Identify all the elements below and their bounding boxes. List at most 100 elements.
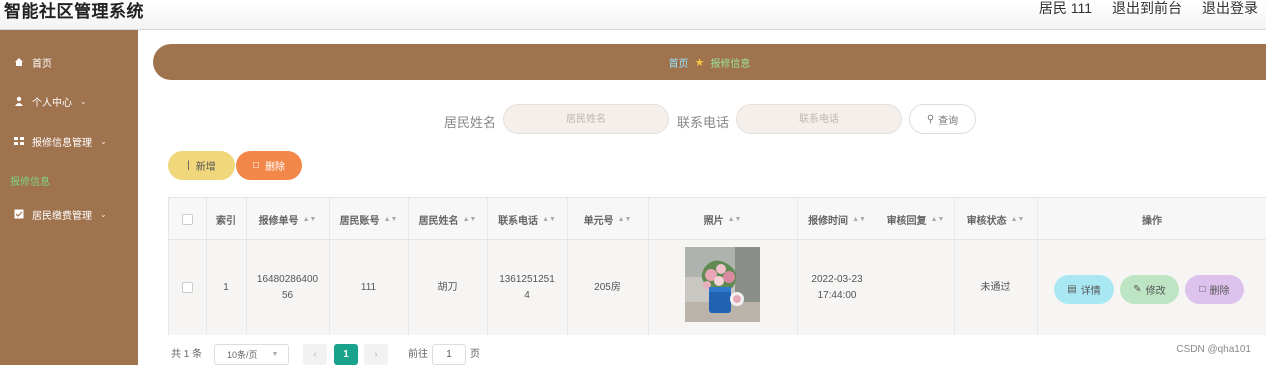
column-header-label: 报修时间 (808, 215, 849, 227)
sort-icon: ▲▼ (542, 215, 556, 223)
sidebar-subitem-repair-info[interactable]: 报修信息 (10, 173, 50, 188)
add-button[interactable]: | 新增 (168, 151, 235, 180)
column-header-photo[interactable]: 照片 ▲▼ (648, 198, 797, 240)
page-size-select[interactable]: 10条/页 ▼ (214, 344, 289, 365)
column-header-label: 居民账号 (339, 215, 380, 227)
sort-icon: ▲▼ (383, 215, 398, 223)
phone-line-1: 1361251251 (499, 273, 555, 285)
column-header-label: 审核状态 (966, 215, 1007, 227)
search-button[interactable]: ⚲ 查询 (909, 104, 976, 134)
trash-icon: □ (1199, 284, 1206, 295)
delete-button-label: 删除 (265, 162, 286, 173)
next-page-button[interactable]: › (364, 344, 388, 365)
name-search-input[interactable] (503, 104, 669, 134)
chevron-down-icon: ⌄ (100, 209, 107, 219)
column-header-unit[interactable]: 单元号 ▲▼ (567, 198, 648, 240)
cell-index: 1 (223, 281, 229, 293)
repair-no-line-2: 56 (281, 289, 294, 301)
column-header-label: 居民姓名 (418, 215, 459, 227)
header-links: 居民 111 退出到前台 退出登录 (1039, 0, 1258, 18)
detail-button-label: 详情 (1080, 286, 1101, 297)
column-header-label: 照片 (703, 215, 724, 227)
prev-page-button[interactable]: ‹ (303, 344, 327, 365)
cell-phone: 1361251251 4 (487, 240, 567, 335)
sidebar: 首页 个人中心 ⌄ 报修信息管理 ⌄ 报修信息 居民缴费管理 ⌄ (0, 30, 138, 365)
logout-link[interactable]: 退出登录 (1202, 0, 1258, 18)
column-header-label: 报修单号 (258, 215, 299, 227)
detail-icon: ▤ (1067, 284, 1077, 295)
sidebar-item-repair-mgmt[interactable]: 报修信息管理 ⌄ (0, 131, 138, 151)
phone-line-2: 4 (524, 289, 530, 301)
column-header-account[interactable]: 居民账号 ▲▼ (329, 198, 408, 240)
grid-icon (14, 137, 24, 145)
column-header-ops: 操作 (1142, 215, 1162, 227)
add-button-label: 新增 (195, 162, 216, 173)
sidebar-item-label: 报修信息管理 (32, 137, 92, 149)
column-header-phone[interactable]: 联系电话 ▲▼ (487, 198, 567, 240)
column-header-index: 索引 (216, 215, 236, 227)
sort-icon: ▲▼ (852, 215, 866, 223)
select-all-checkbox[interactable] (182, 213, 193, 225)
page-size-value: 10条/页 (227, 350, 258, 360)
sidebar-item-home[interactable]: 首页 (0, 52, 138, 72)
breadcrumb-current: 报修信息 (710, 58, 751, 70)
cell-name: 胡刀 (437, 281, 458, 293)
user-icon (15, 96, 23, 106)
row-checkbox[interactable] (182, 282, 193, 293)
row-delete-button[interactable]: □ 删除 (1185, 275, 1244, 304)
name-search-label: 居民姓名 (444, 115, 497, 130)
column-header-reply[interactable]: 审核回复 ▲▼ (877, 198, 954, 240)
goto-label: 前往 (408, 349, 428, 360)
detail-button[interactable]: ▤ 详情 (1054, 275, 1114, 304)
column-header-time[interactable]: 报修时间 ▲▼ (797, 198, 877, 240)
app-title: 智能社区管理系统 (4, 2, 144, 21)
column-header-name[interactable]: 居民姓名 ▲▼ (408, 198, 487, 240)
chevron-down-icon: ⌄ (100, 136, 107, 146)
edit-button[interactable]: ✎ 修改 (1120, 275, 1179, 304)
edit-button-label: 修改 (1145, 286, 1166, 297)
sort-icon: ▲▼ (302, 215, 317, 223)
phone-search-label: 联系电话 (677, 115, 730, 130)
cell-repair-no: 16480286400 56 (246, 240, 329, 335)
header-checkbox-cell (169, 198, 206, 240)
back-to-front-link[interactable]: 退出到前台 (1112, 0, 1182, 18)
column-header-label: 审核回复 (886, 215, 927, 227)
page-suffix-label: 页 (470, 349, 480, 360)
row-checkbox-cell (169, 240, 206, 335)
sort-icon: ▲▼ (462, 215, 477, 223)
pagination-total: 共 1 条 (171, 349, 203, 360)
top-header: 智能社区管理系统 居民 111 退出到前台 退出登录 (0, 0, 1266, 30)
delete-button[interactable]: □ 删除 (236, 151, 302, 180)
column-header-status[interactable]: 审核状态 ▲▼ (954, 198, 1037, 240)
cell-unit: 205房 (594, 281, 621, 293)
sort-icon: ▲▼ (930, 215, 945, 223)
chevron-down-icon: ▼ (271, 351, 279, 358)
form-icon (14, 209, 24, 219)
user-name: 居民 111 (1038, 0, 1092, 16)
search-icon: ⚲ (926, 113, 935, 125)
goto-page-input[interactable]: 1 (432, 344, 466, 365)
flower-photo[interactable] (685, 247, 760, 322)
plus-icon: | (187, 160, 190, 171)
chevron-down-icon: ⌄ (80, 96, 87, 106)
sidebar-item-profile[interactable]: 个人中心 ⌄ (0, 91, 138, 111)
cell-time: 2022-03-23 17:44:00 (797, 240, 877, 335)
column-header-repair-no[interactable]: 报修单号 ▲▼ (246, 198, 329, 240)
star-icon: ★ (694, 56, 705, 69)
phone-search-input[interactable] (736, 104, 902, 134)
column-header-label: 联系电话 (498, 215, 539, 227)
sidebar-item-fee-mgmt[interactable]: 居民缴费管理 ⌄ (0, 204, 138, 224)
watermark: CSDN @qha101 (1176, 344, 1251, 355)
breadcrumb-home[interactable]: 首页 (669, 55, 689, 70)
sort-icon: ▲▼ (1010, 215, 1025, 223)
time-line-2: 17:44:00 (817, 289, 857, 301)
cell-account: 111 (360, 281, 377, 293)
column-header-label: 单元号 (583, 215, 614, 227)
chevron-right-icon: › (374, 349, 378, 360)
sidebar-item-label: 个人中心 (32, 97, 72, 109)
page-number-active[interactable]: 1 (334, 344, 358, 365)
trash-icon: □ (252, 160, 260, 171)
sidebar-item-label: 居民缴费管理 (32, 210, 92, 222)
time-line-1: 2022-03-23 (811, 273, 863, 285)
row-delete-button-label: 删除 (1209, 286, 1230, 297)
